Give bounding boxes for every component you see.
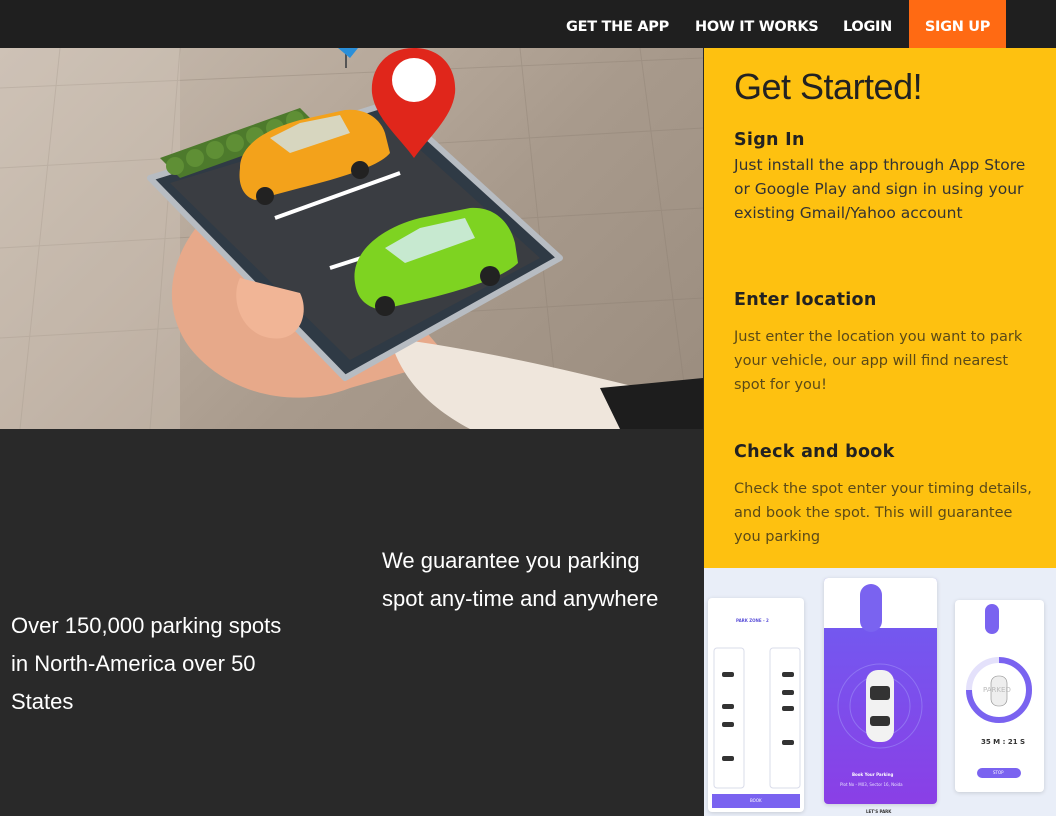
panel-title: Get Started! (734, 66, 923, 107)
step-text-enter-location: Just enter the location you want to park… (734, 329, 1023, 393)
stop-button: STOP (993, 770, 1004, 775)
nav-sign-up-button[interactable]: SIGN UP (909, 0, 1006, 48)
timer-readout: 35 M : 21 S (981, 738, 1026, 746)
step-heading-sign-in: Sign In (734, 130, 805, 150)
app-screen-booking: Book Your Parking Plot No - M03, Sector … (824, 578, 937, 804)
book-button: BOOK (750, 798, 762, 803)
step-text-check-and-book: Check the spot enter your timing details… (734, 481, 1032, 545)
step-heading-check-and-book: Check and book (734, 442, 895, 462)
step-text-sign-in: Just install the app through App Store o… (734, 156, 1026, 222)
lets-park-label: LET'S PARK (866, 809, 892, 814)
get-started-panel: Get Started! Sign In Just install the ap… (704, 48, 1056, 568)
nav-get-the-app[interactable]: GET THE APP (566, 0, 669, 48)
nav-login[interactable]: LOGIN (843, 0, 892, 48)
step-heading-enter-location: Enter location (734, 290, 877, 310)
top-nav: GET THE APP HOW IT WORKS LOGIN SIGN UP (0, 0, 1056, 48)
guarantee-text: We guarantee you parking spot any-time a… (382, 548, 659, 611)
book-your-parking-label: Book Your Parking (852, 772, 894, 777)
stat-text: Over 150,000 parking spots in North-Amer… (11, 613, 282, 714)
nav-how-it-works[interactable]: HOW IT WORKS (695, 0, 819, 48)
app-screens-image: PARK ZONE - 2 BOOK Book Your Parking Plo… (704, 568, 1056, 816)
app-screen-timer: PARKED 35 M : 21 S STOP (955, 600, 1044, 792)
parked-label: PARKED (983, 686, 1011, 694)
hero-image (0, 48, 703, 429)
app-screen-zone-list: PARK ZONE - 2 BOOK (708, 598, 804, 812)
book-sub-label: Plot No - M03, Sector 16, Noida (840, 782, 903, 787)
